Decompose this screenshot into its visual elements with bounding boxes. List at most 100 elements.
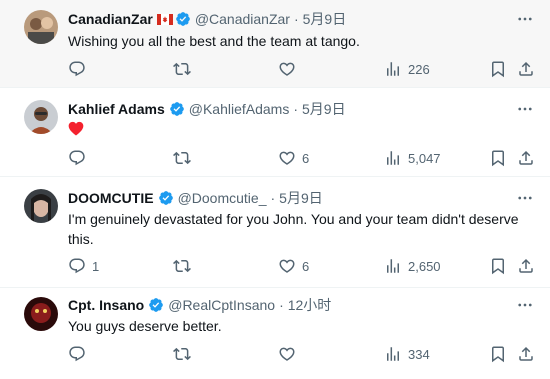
view-count: 334	[408, 346, 430, 362]
tweet-actions: 1 6 2,650	[0, 256, 550, 276]
share-button[interactable]	[517, 59, 535, 79]
views-button[interactable]: 2,650	[384, 256, 441, 276]
views-chart-icon	[387, 151, 399, 165]
bookmark-button[interactable]	[489, 344, 507, 364]
verified-badge-icon	[148, 297, 164, 313]
bookmark-button[interactable]	[489, 148, 507, 168]
like-count: 6	[302, 150, 310, 166]
avatar[interactable]	[24, 10, 58, 44]
retweet-icon	[173, 259, 191, 273]
like-button[interactable]: 6	[278, 148, 309, 168]
reply-icon	[69, 61, 85, 77]
bookmark-button[interactable]	[489, 256, 507, 276]
share-button[interactable]	[517, 344, 535, 364]
bookmark-button[interactable]	[489, 59, 507, 79]
reply-button[interactable]	[68, 148, 92, 168]
more-options-icon[interactable]	[514, 9, 536, 29]
timestamp[interactable]: 5月9日	[279, 188, 323, 208]
more-options-icon[interactable]	[514, 99, 536, 119]
share-icon	[519, 258, 533, 273]
views-button[interactable]: 334	[384, 344, 430, 364]
views-chart-icon	[387, 62, 399, 76]
tweet-text	[68, 121, 528, 141]
retweet-button[interactable]	[173, 256, 197, 276]
bookmark-icon	[492, 346, 504, 363]
retweet-button[interactable]	[173, 59, 197, 79]
display-name[interactable]: DOOMCUTIE	[68, 188, 154, 208]
handle[interactable]: @CanadianZar	[195, 9, 290, 29]
tweet-text: You guys deserve better.	[68, 318, 222, 334]
share-icon	[519, 150, 533, 165]
heart-icon	[279, 259, 295, 273]
tweet-actions: 226	[0, 59, 550, 79]
reply-button[interactable]	[68, 59, 92, 79]
reply-count: 1	[92, 258, 100, 274]
timestamp[interactable]: 5月9日	[303, 9, 347, 29]
handle[interactable]: @RealCptInsano	[168, 295, 275, 315]
tweet-cptinsano[interactable]: Cpt. Insano @RealCptInsano · 12小时 You gu…	[0, 289, 550, 379]
views-chart-icon	[387, 347, 399, 361]
timestamp[interactable]: 5月9日	[302, 99, 346, 119]
share-button[interactable]	[517, 256, 535, 276]
verified-badge-icon	[158, 190, 174, 206]
separator: ·	[293, 101, 298, 117]
verified-badge-icon	[175, 11, 191, 27]
reply-icon	[69, 346, 85, 362]
reply-icon	[69, 150, 85, 166]
tweet-canadianzar[interactable]: CanadianZar @CanadianZar · 5月9日 Wishing …	[0, 0, 550, 88]
red-heart-emoji-icon	[68, 121, 84, 141]
reply-feed: CanadianZar @CanadianZar · 5月9日 Wishing …	[0, 0, 550, 379]
display-name[interactable]: Cpt. Insano	[68, 295, 144, 315]
share-icon	[519, 61, 533, 76]
tweet-header: Kahlief Adams @KahliefAdams · 5月9日	[68, 99, 510, 119]
views-button[interactable]: 226	[384, 59, 430, 79]
tweet-header: Cpt. Insano @RealCptInsano · 12小时	[68, 295, 510, 315]
timestamp[interactable]: 12小时	[288, 295, 332, 315]
retweet-icon	[173, 62, 191, 76]
avatar[interactable]	[24, 297, 58, 331]
share-button[interactable]	[517, 148, 535, 168]
avatar[interactable]	[24, 100, 58, 134]
bookmark-icon	[492, 61, 504, 78]
view-count: 5,047	[408, 150, 441, 166]
like-button[interactable]: 6	[278, 256, 309, 276]
avatar[interactable]	[24, 189, 58, 223]
like-count: 6	[302, 258, 310, 274]
tweet-text: Wishing you all the best and the team at…	[68, 33, 360, 49]
tweet-doomcutie[interactable]: DOOMCUTIE @Doomcutie_ · 5月9日 I'm genuine…	[0, 178, 550, 288]
more-options-icon[interactable]	[514, 295, 536, 315]
reply-icon	[69, 258, 85, 274]
separator: ·	[279, 297, 284, 313]
tweet-header: CanadianZar @CanadianZar · 5月9日	[68, 9, 510, 29]
views-button[interactable]: 5,047	[384, 148, 441, 168]
handle[interactable]: @Doomcutie_	[178, 188, 267, 208]
tweet-actions: 6 5,047	[0, 148, 550, 168]
heart-icon	[279, 62, 295, 76]
bookmark-icon	[492, 150, 504, 167]
like-button[interactable]	[278, 59, 302, 79]
tweet-header: DOOMCUTIE @Doomcutie_ · 5月9日	[68, 188, 510, 208]
verified-badge-icon	[169, 101, 185, 117]
display-name[interactable]: CanadianZar	[68, 9, 153, 29]
heart-icon	[279, 347, 295, 361]
handle[interactable]: @KahliefAdams	[189, 99, 290, 119]
retweet-button[interactable]	[173, 344, 197, 364]
reply-button[interactable]: 1	[68, 256, 99, 276]
more-options-icon[interactable]	[514, 188, 536, 208]
reply-button[interactable]	[68, 344, 92, 364]
retweet-button[interactable]	[173, 148, 197, 168]
bookmark-icon	[492, 258, 504, 275]
heart-icon	[279, 151, 295, 165]
canada-flag-icon	[156, 13, 173, 25]
tweet-actions: 334	[0, 344, 550, 364]
separator: ·	[293, 11, 299, 27]
view-count: 226	[408, 61, 430, 77]
retweet-icon	[173, 347, 191, 361]
tweet-text: I'm genuinely devastated for you John. Y…	[68, 211, 519, 247]
separator: ·	[270, 190, 276, 206]
tweet-kahliefadams[interactable]: Kahlief Adams @KahliefAdams · 5月9日 6 5,0…	[0, 89, 550, 177]
like-button[interactable]	[278, 344, 302, 364]
display-name[interactable]: Kahlief Adams	[68, 99, 165, 119]
view-count: 2,650	[408, 258, 441, 274]
views-chart-icon	[387, 259, 399, 273]
